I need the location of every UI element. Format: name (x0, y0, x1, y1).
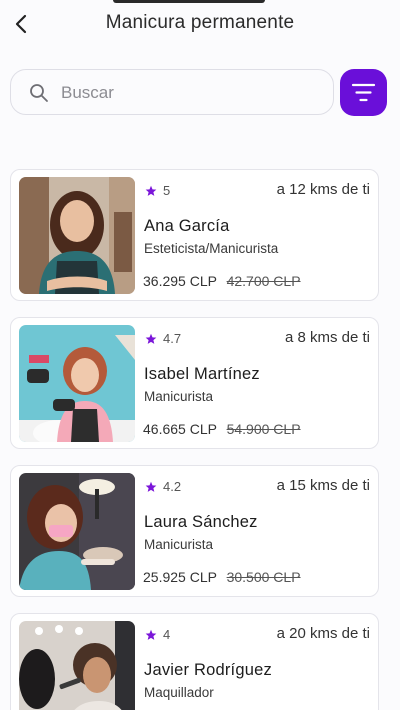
rating-value: 5 (163, 183, 171, 198)
professional-photo (19, 177, 135, 294)
search-bar[interactable] (10, 69, 334, 115)
professional-card[interactable]: 4.7 a 8 kms de ti Isabel Martínez Manicu… (10, 317, 379, 449)
star-icon (145, 185, 157, 196)
star-icon (145, 333, 157, 344)
original-price: 30.500 CLP (226, 569, 301, 585)
professional-name: Isabel Martínez (144, 365, 260, 383)
rating-value: 4.2 (163, 479, 182, 494)
original-price: 42.700 CLP (226, 273, 301, 289)
filter-button[interactable] (340, 69, 387, 116)
price-row: 46.665 CLP 54.900 CLP (143, 421, 301, 437)
notch-pill (113, 0, 265, 3)
professional-role: Manicurista (144, 389, 214, 404)
header: Manicura permanente (0, 6, 400, 42)
professional-role: Maquillador (144, 685, 214, 700)
current-price: 46.665 CLP (143, 421, 217, 437)
distance-label: a 8 kms de ti (284, 329, 370, 346)
professional-card[interactable]: 4.2 a 15 kms de ti Laura Sánchez Manicur… (10, 465, 379, 597)
professional-photo (19, 325, 135, 442)
professional-card[interactable]: 5 a 12 kms de ti Ana García Esteticista/… (10, 169, 379, 301)
professional-card[interactable]: 4 a 20 kms de ti Javier Rodríguez Maquil… (10, 613, 379, 710)
rating: 5 (145, 183, 170, 198)
professional-name: Javier Rodríguez (144, 661, 272, 679)
star-icon (145, 481, 157, 492)
star-icon (145, 629, 157, 640)
page-title: Manicura permanente (105, 12, 295, 33)
professional-name: Ana García (144, 217, 230, 235)
distance-label: a 20 kms de ti (276, 625, 370, 642)
status-bar (0, 0, 400, 4)
search-input[interactable] (61, 80, 321, 106)
rating-value: 4 (163, 627, 171, 642)
original-price: 54.900 CLP (226, 421, 301, 437)
distance-label: a 15 kms de ti (276, 477, 370, 494)
price-row: 36.295 CLP 42.700 CLP (143, 273, 301, 289)
app-screen: Manicura permanente Buscar 5 a 12 kms de… (0, 0, 400, 710)
distance-label: a 12 kms de ti (276, 181, 370, 198)
rating: 4.2 (145, 479, 181, 494)
professional-role: Esteticista/Manicurista (144, 241, 279, 256)
rating: 4.7 (145, 331, 181, 346)
professional-photo (19, 621, 135, 710)
rating-value: 4.7 (163, 331, 182, 346)
rating: 4 (145, 627, 170, 642)
current-price: 25.925 CLP (143, 569, 217, 585)
price-row: 25.925 CLP 30.500 CLP (143, 569, 301, 585)
professional-role: Manicurista (144, 537, 214, 552)
current-price: 36.295 CLP (143, 273, 217, 289)
search-icon (29, 83, 49, 108)
filter-icon (351, 83, 376, 102)
professional-photo (19, 473, 135, 590)
professional-name: Laura Sánchez (144, 513, 258, 531)
